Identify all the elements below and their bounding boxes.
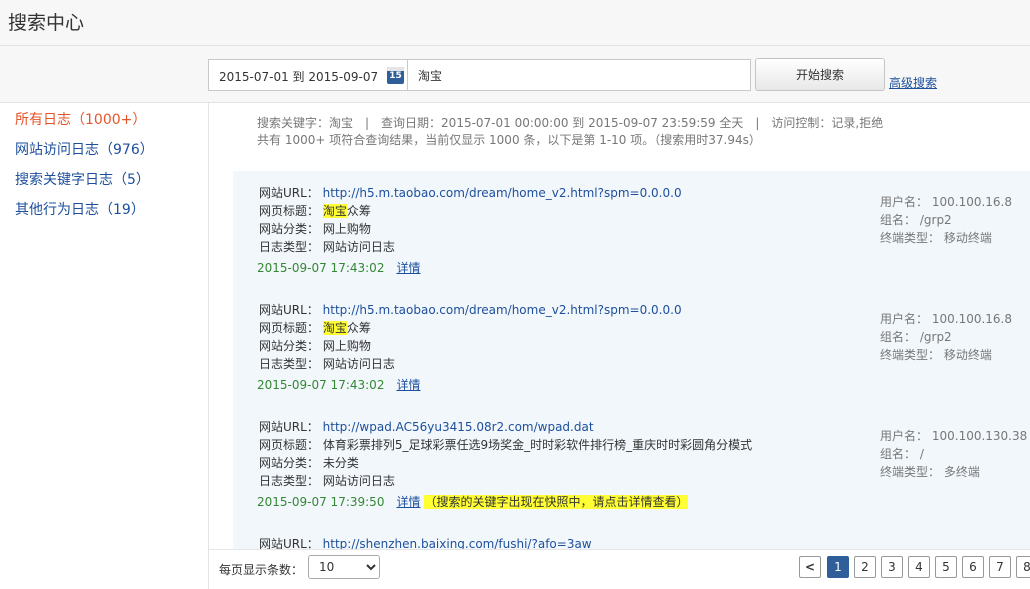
sidebar-item-all-logs[interactable]: 所有日志（1000+） [15,109,146,129]
result-card: 网站URL： http://h5.m.taobao.com/dream/home… [233,171,1030,288]
terminal-label: 终端类型： [880,231,941,245]
category-label: 网站分类： [259,456,320,470]
per-page-label: 每页显示条数： [219,563,304,577]
page-title-value: 众筹 [346,321,371,335]
log-type-label: 日志类型： [259,357,320,371]
terminal-label: 终端类型： [880,465,941,479]
detail-link[interactable]: 详情 [396,495,420,509]
sidebar: 所有日志（1000+） 网站访问日志（976） 搜索关键字日志（5） 其他行为日… [0,103,209,589]
terminal-value: 移动终端 [943,231,992,245]
page-button-8[interactable]: 8 [1016,556,1030,578]
keyword-highlight: 淘宝 [322,321,347,335]
result-url-link[interactable]: http://h5.m.taobao.com/dream/home_v2.htm… [323,186,682,200]
group-value: / [919,447,924,461]
date-range-field[interactable]: 2015-07-01 到 2015-09-07 15 [208,59,408,91]
url-label: 网站URL： [259,537,319,549]
page-title-value: 体育彩票排列5_足球彩票任选9场奖金_时时彩软件排行榜_重庆时时彩圆角分模式 [322,438,753,452]
user-value: 100.100.16.8 [931,195,1012,209]
user-label: 用户名： [880,195,929,209]
result-time: 2015-09-07 17:43:02 [257,261,385,275]
category-label: 网站分类： [259,222,320,236]
result-meta: 用户名： 100.100.130.38 组名： / 终端类型： 多终端 [880,427,1027,481]
result-meta: 用户名： 100.100.16.8 组名： /grp2 终端类型： 移动终端 [880,310,1012,364]
page-button-3[interactable]: 3 [881,556,903,578]
snapshot-notice: （搜索的关键字出现在快照中，请点击详情查看） [424,495,689,509]
keyword-input[interactable] [407,59,751,91]
terminal-value: 移动终端 [943,348,992,362]
log-type-value: 网站访问日志 [322,474,395,488]
group-value: /grp2 [919,213,952,227]
results-panel: 搜索关键字：淘宝 | 查询日期：2015-07-01 00:00:00 到 20… [209,103,1030,549]
result-card: 网站URL： http://wpad.AC56yu3415.08r2.com/w… [233,405,1030,522]
log-type-value: 网站访问日志 [322,357,395,371]
user-value: 100.100.130.38 [931,429,1028,443]
result-url-link[interactable]: http://h5.m.taobao.com/dream/home_v2.htm… [323,303,682,317]
page-button-2[interactable]: 2 [854,556,876,578]
user-label: 用户名： [880,312,929,326]
group-label: 组名： [880,447,917,461]
page-button-4[interactable]: 4 [908,556,930,578]
url-label: 网站URL： [259,420,319,434]
result-url-link[interactable]: http://wpad.AC56yu3415.08r2.com/wpad.dat [323,420,594,434]
summary-count-line: 共有 1000+ 项符合查询结果，当前仅显示 1000 条，以下是第 1-10 … [257,133,761,147]
title-label: 网页标题： [259,438,320,452]
detail-link[interactable]: 详情 [396,261,420,275]
result-url-link[interactable]: http://shenzhen.baixing.com/fushi/?afo=3… [323,537,592,549]
keyword-highlight: 淘宝 [322,204,347,218]
log-type-label: 日志类型： [259,240,320,254]
group-label: 组名： [880,213,917,227]
search-bar: 2015-07-01 到 2015-09-07 15 开始搜索 高级搜索 [0,46,1030,103]
page-title: 搜索中心 [8,12,85,34]
group-label: 组名： [880,330,917,344]
detail-link[interactable]: 详情 [396,378,420,392]
category-value: 网上购物 [322,339,371,353]
page-button-5[interactable]: 5 [935,556,957,578]
terminal-label: 终端类型： [880,348,941,362]
category-label: 网站分类： [259,339,320,353]
page-button-7[interactable]: 7 [989,556,1011,578]
pagination-footer: 每页显示条数： 10 < 1 2 3 4 5 6 7 8 [209,549,1030,589]
per-page-select[interactable]: 10 [308,555,380,579]
page-header: 搜索中心 [0,0,1030,46]
user-label: 用户名： [880,429,929,443]
result-card: 网站URL： http://h5.m.taobao.com/dream/home… [233,288,1030,405]
group-value: /grp2 [919,330,952,344]
result-time: 2015-09-07 17:39:50 [257,495,385,509]
page-title-value: 众筹 [346,204,371,218]
search-summary: 搜索关键字：淘宝 | 查询日期：2015-07-01 00:00:00 到 20… [257,115,883,149]
url-label: 网站URL： [259,303,319,317]
title-label: 网页标题： [259,321,320,335]
prev-page-button[interactable]: < [799,556,821,578]
start-search-button[interactable]: 开始搜索 [755,58,885,91]
url-label: 网站URL： [259,186,319,200]
category-value: 网上购物 [322,222,371,236]
sidebar-item-keyword-logs[interactable]: 搜索关键字日志（5） [15,169,150,189]
terminal-value: 多终端 [943,465,980,479]
sidebar-item-other-behavior-logs[interactable]: 其他行为日志（19） [15,199,145,219]
summary-query-line: 搜索关键字：淘宝 | 查询日期：2015-07-01 00:00:00 到 20… [257,116,884,130]
date-range-text: 2015-07-01 到 2015-09-07 [219,70,379,84]
result-meta: 用户名： 100.100.16.8 组名： /grp2 终端类型： 移动终端 [880,193,1012,247]
category-value: 未分类 [322,456,359,470]
page-button-1[interactable]: 1 [827,556,849,578]
page-button-6[interactable]: 6 [962,556,984,578]
log-type-label: 日志类型： [259,474,320,488]
log-type-value: 网站访问日志 [322,240,395,254]
advanced-search-link[interactable]: 高级搜索 [889,74,937,91]
title-label: 网页标题： [259,204,320,218]
result-card: 网站URL： http://shenzhen.baixing.com/fushi… [233,522,1030,549]
sidebar-item-web-access-logs[interactable]: 网站访问日志（976） [15,139,154,159]
user-value: 100.100.16.8 [931,312,1012,326]
calendar-icon[interactable]: 15 [387,67,404,84]
result-time: 2015-09-07 17:43:02 [257,378,385,392]
